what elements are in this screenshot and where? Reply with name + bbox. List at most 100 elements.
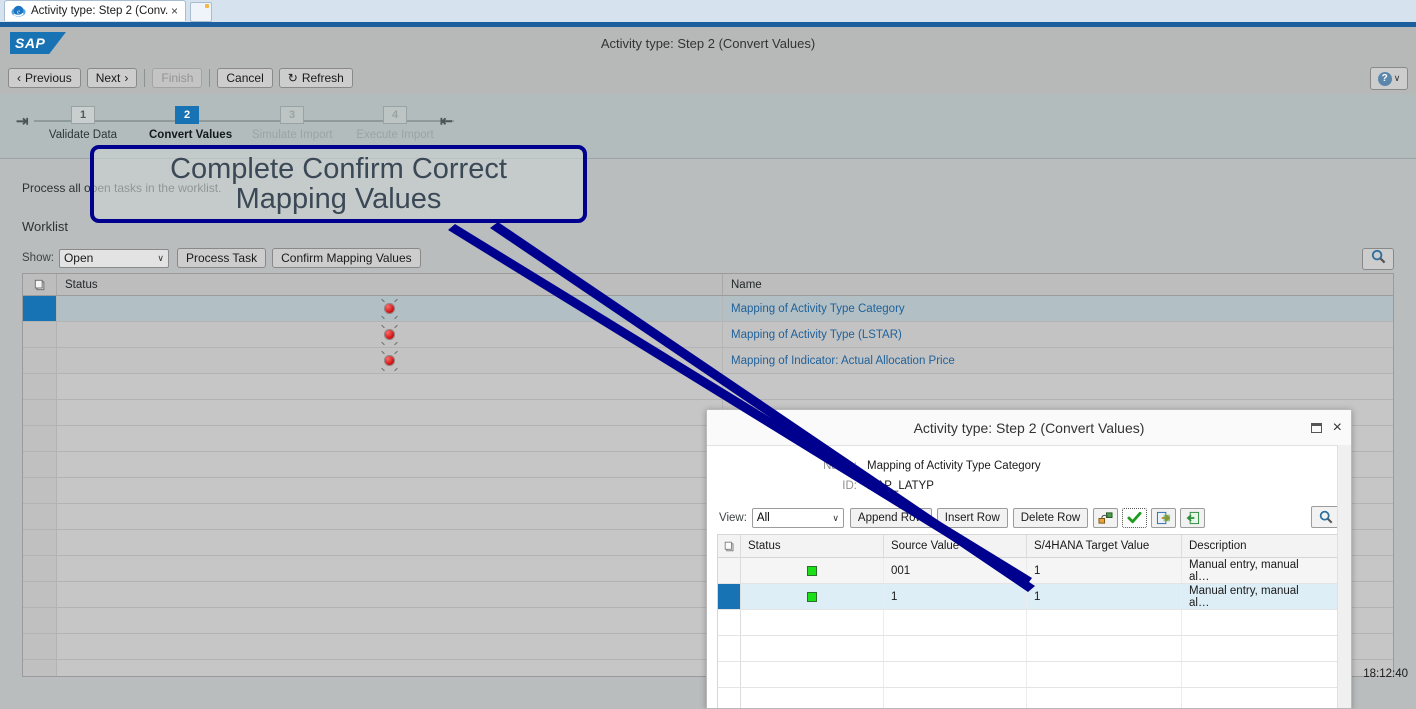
table-row-empty[interactable]: [718, 688, 1340, 708]
error-status-icon: [384, 329, 395, 340]
row-selector[interactable]: [23, 296, 57, 321]
row-selector[interactable]: [23, 530, 57, 555]
row-selector[interactable]: [23, 322, 57, 347]
row-selector[interactable]: [23, 608, 57, 633]
process-task-button[interactable]: Process Task: [176, 248, 267, 268]
view-select-value: All: [756, 512, 770, 524]
wizard-step-2[interactable]: 2 Convert Values: [149, 106, 232, 141]
copy-icon[interactable]: [23, 274, 57, 295]
show-filter-select[interactable]: Open ∨: [58, 248, 169, 268]
import-icon[interactable]: [1180, 508, 1206, 528]
append-row-button[interactable]: Append Row: [849, 508, 932, 528]
confirm-check-icon[interactable]: [1122, 508, 1148, 528]
row-selector[interactable]: [718, 558, 741, 583]
row-name-link[interactable]: Mapping of Activity Type Category: [723, 303, 1393, 315]
row-selector[interactable]: [23, 452, 57, 477]
row-selector[interactable]: [718, 688, 741, 708]
row-selector[interactable]: [23, 374, 57, 399]
close-icon[interactable]: ×: [1333, 419, 1342, 436]
delete-row-label: Delete Row: [1020, 512, 1081, 524]
wizard-step-4-label: Execute Import: [356, 129, 434, 141]
export-icon[interactable]: [1151, 508, 1177, 528]
row-selector[interactable]: [23, 634, 57, 659]
row-source-value[interactable]: [884, 610, 1027, 635]
table-row[interactable]: Mapping of Activity Type (LSTAR): [23, 322, 1393, 348]
row-selector[interactable]: [23, 478, 57, 503]
page-title: Activity type: Step 2 (Convert Values): [600, 36, 816, 51]
row-source-value[interactable]: 001: [884, 558, 1027, 583]
row-status-cell: [57, 660, 723, 676]
refresh-button[interactable]: ↻ Refresh: [278, 67, 353, 88]
row-selector[interactable]: [23, 556, 57, 581]
row-selector[interactable]: [23, 400, 57, 425]
table-row-empty[interactable]: [718, 662, 1340, 688]
row-status-cell: [57, 504, 723, 529]
row-selector[interactable]: [718, 636, 741, 661]
row-selector[interactable]: [23, 660, 57, 676]
previous-button[interactable]: ‹ Previous: [8, 67, 81, 88]
row-target-value[interactable]: 1: [1027, 584, 1182, 609]
row-status-cell: [741, 662, 884, 687]
convert-values-dialog: Activity type: Step 2 (Convert Values) ×…: [706, 409, 1352, 709]
row-target-value[interactable]: [1027, 610, 1182, 635]
next-button[interactable]: Next ›: [86, 67, 138, 88]
new-tab-icon[interactable]: [190, 2, 212, 22]
wizard-step-1-number: 1: [71, 106, 95, 124]
row-status-cell: [741, 610, 884, 635]
worklist-search-button[interactable]: [1362, 248, 1394, 270]
row-source-value[interactable]: [884, 636, 1027, 661]
row-selector[interactable]: [23, 504, 57, 529]
cancel-button[interactable]: Cancel: [217, 67, 273, 88]
table-row-empty[interactable]: [23, 374, 1393, 400]
row-selector[interactable]: [23, 348, 57, 373]
delete-row-button[interactable]: Delete Row: [1012, 508, 1089, 528]
table-row[interactable]: Mapping of Indicator: Actual Allocation …: [23, 348, 1393, 374]
svg-text:e: e: [17, 8, 20, 15]
main-toolbar: ‹ Previous Next › Finish Cancel ↻ Refres…: [0, 61, 1416, 94]
row-description: [1182, 636, 1320, 661]
row-source-value[interactable]: [884, 662, 1027, 687]
row-target-value[interactable]: [1027, 688, 1182, 708]
row-name-link[interactable]: Mapping of Activity Type (LSTAR): [723, 329, 1393, 341]
wizard-step-1[interactable]: 1 Validate Data: [46, 106, 120, 141]
row-status-cell: [57, 582, 723, 607]
row-selector[interactable]: [23, 426, 57, 451]
dialog-col-status[interactable]: Status: [741, 535, 884, 557]
row-source-value[interactable]: 1: [884, 584, 1027, 609]
search-icon: [1371, 249, 1386, 269]
worklist-col-status[interactable]: Status: [57, 274, 723, 295]
close-icon[interactable]: ×: [168, 5, 181, 17]
table-row-empty[interactable]: [718, 610, 1340, 636]
insert-row-button[interactable]: Insert Row: [936, 508, 1008, 528]
dialog-col-description[interactable]: Description: [1182, 535, 1320, 557]
view-select[interactable]: All ∨: [751, 508, 844, 528]
row-selector[interactable]: [23, 582, 57, 607]
row-target-value[interactable]: 1: [1027, 558, 1182, 583]
row-selector[interactable]: [718, 662, 741, 687]
confirm-mapping-values-button[interactable]: Confirm Mapping Values: [272, 248, 421, 268]
table-row[interactable]: 1 1 Manual entry, manual al…: [718, 584, 1340, 610]
table-row-empty[interactable]: [718, 636, 1340, 662]
browser-tab-title: Activity type: Step 2 (Conv...: [31, 5, 168, 17]
help-button[interactable]: ? ∨: [1370, 67, 1408, 90]
row-target-value[interactable]: [1027, 636, 1182, 661]
row-target-value[interactable]: [1027, 662, 1182, 687]
mapping-icon[interactable]: [1093, 508, 1119, 528]
row-selector[interactable]: [718, 610, 741, 635]
browser-tab[interactable]: e Activity type: Step 2 (Conv... ×: [4, 0, 186, 21]
row-source-value[interactable]: [884, 688, 1027, 708]
dialog-col-source-value[interactable]: Source Value: [884, 535, 1027, 557]
table-row[interactable]: 001 1 Manual entry, manual al…: [718, 558, 1340, 584]
row-selector[interactable]: [718, 584, 741, 609]
finish-button: Finish: [152, 67, 203, 88]
maximize-icon[interactable]: [1310, 422, 1322, 433]
row-description: [1182, 662, 1320, 687]
dialog-scrollbar[interactable]: [1337, 445, 1351, 708]
dialog-col-target-value[interactable]: S/4HANA Target Value: [1027, 535, 1182, 557]
worklist-col-name[interactable]: Name: [723, 274, 1393, 295]
app-header: Activity type: Step 2 (Convert Values) S…: [0, 27, 1416, 61]
copy-icon[interactable]: [718, 535, 741, 557]
dialog-field-id-label: ID:: [842, 480, 857, 492]
table-row[interactable]: Mapping of Activity Type Category: [23, 296, 1393, 322]
row-name-link[interactable]: Mapping of Indicator: Actual Allocation …: [723, 355, 1393, 367]
